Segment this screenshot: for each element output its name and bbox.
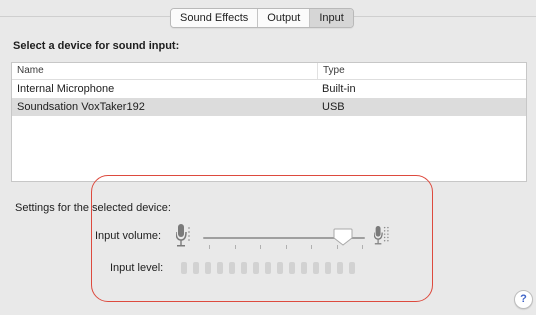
table-header: Name Type bbox=[12, 63, 526, 80]
highlight-annotation bbox=[91, 175, 433, 302]
device-table: Name Type Internal Microphone Built-in S… bbox=[11, 62, 527, 182]
table-row[interactable]: Internal Microphone Built-in bbox=[12, 80, 526, 98]
device-name: Internal Microphone bbox=[17, 83, 115, 95]
column-header-name[interactable]: Name bbox=[12, 63, 318, 79]
device-name: Soundsation VoxTaker192 bbox=[17, 101, 145, 113]
tab-bar: Sound Effects Output Input bbox=[170, 8, 354, 28]
table-row[interactable]: Soundsation VoxTaker192 USB bbox=[12, 98, 526, 116]
help-button[interactable]: ? bbox=[514, 290, 533, 309]
device-heading: Select a device for sound input: bbox=[13, 40, 180, 52]
device-type: Built-in bbox=[322, 83, 356, 95]
tab-output[interactable]: Output bbox=[258, 9, 311, 27]
device-type: USB bbox=[322, 101, 345, 113]
column-header-type[interactable]: Type bbox=[318, 63, 345, 79]
tab-sound-effects[interactable]: Sound Effects bbox=[171, 9, 259, 27]
tab-input[interactable]: Input bbox=[310, 9, 353, 27]
